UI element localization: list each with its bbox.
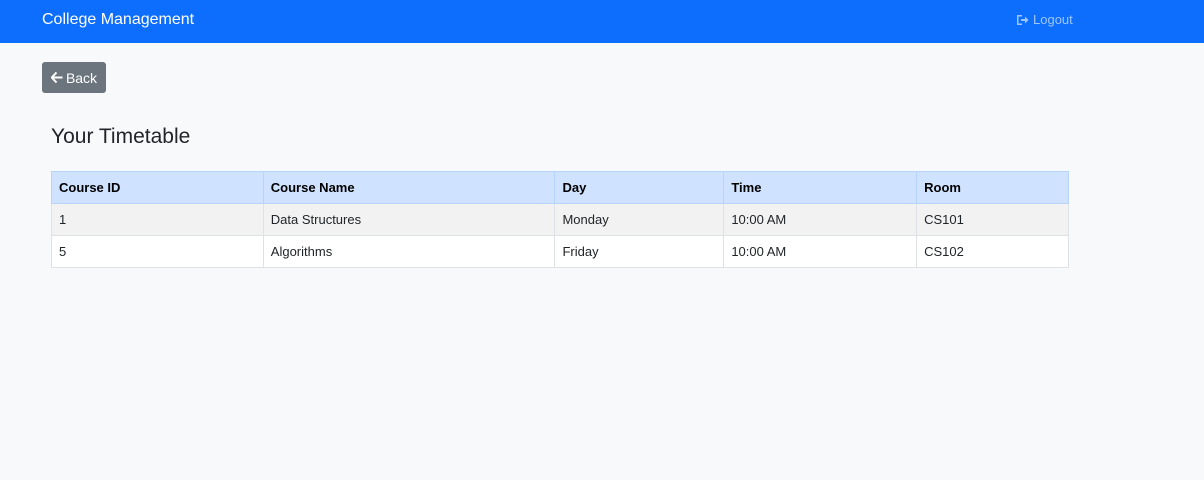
cell-time: 10:00 AM — [723, 235, 918, 268]
cell-room: CS101 — [916, 203, 1069, 236]
column-header-course-name: Course Name — [262, 171, 556, 204]
logout-label: Logout — [1033, 12, 1073, 27]
column-header-room: Room — [916, 171, 1069, 204]
table-row: 5 Algorithms Friday 10:00 AM CS102 — [51, 235, 1069, 268]
brand-link[interactable]: College Management — [42, 10, 194, 30]
column-header-course-id: Course ID — [51, 171, 264, 204]
page-title: Your Timetable — [51, 125, 191, 148]
sign-out-icon — [1017, 15, 1029, 25]
logout-link[interactable]: Logout — [1016, 12, 1073, 28]
table-header-row: Course ID Course Name Day Time Room — [51, 171, 1069, 204]
cell-room: CS102 — [916, 235, 1069, 268]
arrow-left-icon — [50, 72, 63, 83]
top-navbar: College Management Logout — [0, 0, 1204, 43]
cell-course-id: 5 — [51, 235, 264, 268]
cell-course-name: Data Structures — [262, 203, 556, 236]
back-button[interactable]: Back — [42, 62, 106, 93]
column-header-day: Day — [554, 171, 725, 204]
cell-course-id: 1 — [51, 203, 264, 236]
cell-day: Friday — [554, 235, 725, 268]
cell-course-name: Algorithms — [262, 235, 556, 268]
timetable-table: Course ID Course Name Day Time Room 1 Da… — [51, 171, 1069, 268]
cell-day: Monday — [554, 203, 725, 236]
column-header-time: Time — [723, 171, 918, 204]
back-button-label: Back — [65, 69, 98, 86]
table-row: 1 Data Structures Monday 10:00 AM CS101 — [51, 203, 1069, 236]
cell-time: 10:00 AM — [723, 203, 918, 236]
